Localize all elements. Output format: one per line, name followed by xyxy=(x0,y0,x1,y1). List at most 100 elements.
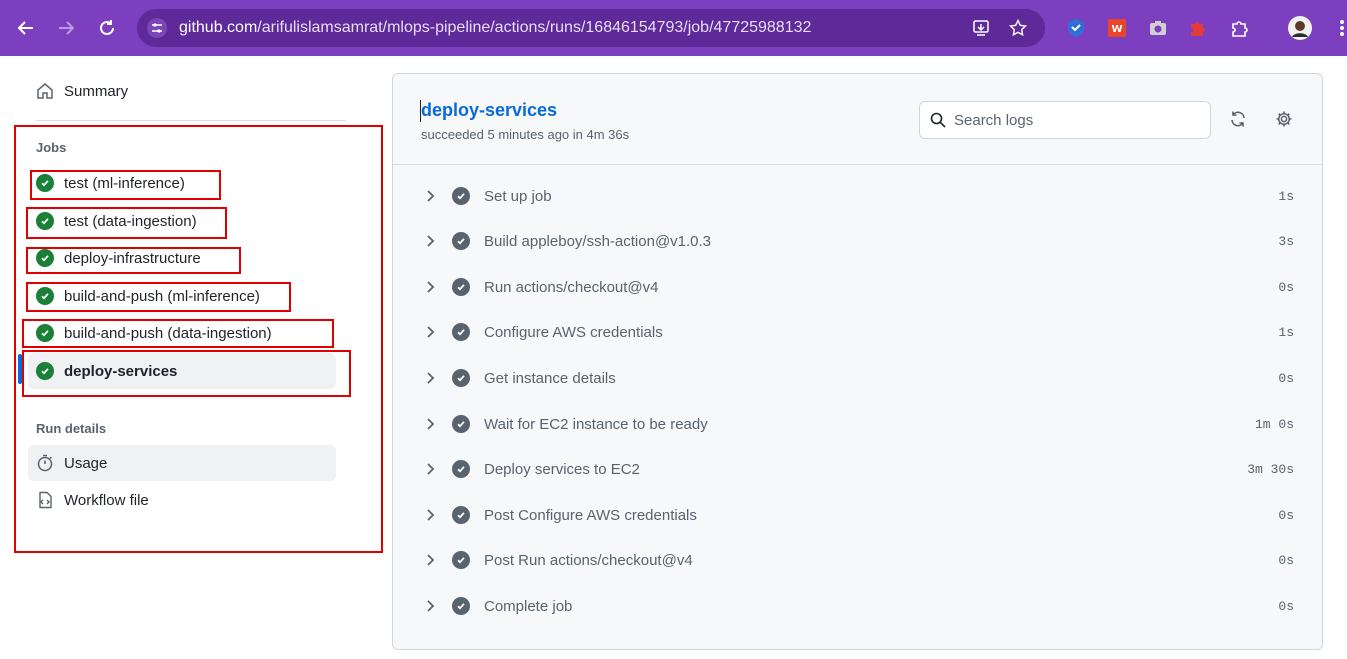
step-duration: 1m 0s xyxy=(1254,416,1294,432)
camera-extension-icon[interactable] xyxy=(1146,16,1170,40)
check-circle-icon xyxy=(452,278,470,296)
search-logs-input[interactable] xyxy=(954,111,1194,129)
chevron-right-icon xyxy=(423,371,437,385)
gear-icon xyxy=(1276,111,1292,127)
step-duration: 0s xyxy=(1278,507,1294,523)
chevron-right-icon xyxy=(423,553,437,567)
annotation-box-job-3 xyxy=(26,247,241,274)
step-name: Build appleboy/ssh-action@v1.0.3 xyxy=(484,232,712,250)
check-circle-icon xyxy=(452,460,470,478)
jobs-heading: Jobs xyxy=(36,140,67,155)
url-text: github.com/arifulislamsamrat/mlops-pipel… xyxy=(179,19,812,36)
profile-avatar-icon[interactable] xyxy=(1288,16,1312,40)
step-name: Configure AWS credentials xyxy=(484,323,663,341)
check-circle-icon xyxy=(452,232,470,250)
check-circle-icon xyxy=(452,506,470,524)
address-bar[interactable]: github.com/arifulislamsamrat/mlops-pipel… xyxy=(137,9,1045,47)
step-duration: 1s xyxy=(1278,324,1294,340)
step-row[interactable]: Set up job 1s xyxy=(393,176,1322,216)
step-name: Set up job xyxy=(484,187,552,205)
step-duration: 3m 30s xyxy=(1247,461,1294,477)
step-name: Post Run actions/checkout@v4 xyxy=(484,551,693,569)
shield-extension-icon[interactable] xyxy=(1064,16,1088,40)
workflow-file-link[interactable]: Workflow file xyxy=(28,482,336,518)
chevron-right-icon xyxy=(423,280,437,294)
browser-menu-icon[interactable] xyxy=(1330,16,1347,40)
reload-icon xyxy=(100,20,114,35)
job-header: deploy-services succeeded 5 minutes ago … xyxy=(393,74,1322,165)
chevron-right-icon xyxy=(423,189,437,203)
summary-label: Summary xyxy=(64,82,129,100)
step-row[interactable]: Get instance details 0s xyxy=(393,358,1322,398)
bookmark-star-icon[interactable] xyxy=(1008,18,1028,38)
step-name: Wait for EC2 instance to be ready xyxy=(484,415,708,433)
check-circle-icon xyxy=(452,369,470,387)
install-app-icon[interactable] xyxy=(971,18,991,38)
workflow-file-label: Workflow file xyxy=(64,491,149,509)
refresh-button[interactable] xyxy=(1227,108,1249,130)
site-info-icon[interactable] xyxy=(147,18,167,38)
step-duration: 0s xyxy=(1278,598,1294,614)
chevron-right-icon xyxy=(423,417,437,431)
chevron-right-icon xyxy=(423,234,437,248)
step-duration: 0s xyxy=(1278,279,1294,295)
svg-text:W: W xyxy=(1111,24,1122,35)
check-circle-icon xyxy=(452,187,470,205)
annotation-box-job-4 xyxy=(26,282,291,312)
chevron-right-icon xyxy=(423,599,437,613)
chevron-right-icon xyxy=(423,325,437,339)
run-sidebar: Summary Jobs test (ml-inference) test (d… xyxy=(0,56,392,659)
check-circle-icon xyxy=(452,551,470,569)
job-title[interactable]: deploy-services xyxy=(421,100,557,121)
annotation-box-job-5 xyxy=(22,319,334,348)
job-log-panel: deploy-services succeeded 5 minutes ago … xyxy=(392,73,1323,650)
step-name: Get instance details xyxy=(484,369,616,387)
step-duration: 3s xyxy=(1278,233,1294,249)
usage-link[interactable]: Usage xyxy=(28,445,336,481)
check-circle-icon xyxy=(452,597,470,615)
step-row[interactable]: Deploy services to EC2 3m 30s xyxy=(393,449,1322,489)
step-duration: 0s xyxy=(1278,552,1294,568)
home-icon xyxy=(36,82,54,100)
annotation-box-job-2 xyxy=(26,207,227,239)
forward-arrow-icon xyxy=(59,21,75,35)
step-name: Complete job xyxy=(484,597,573,615)
sidebar-divider xyxy=(36,120,346,121)
step-row[interactable]: Complete job 0s xyxy=(393,586,1322,626)
file-code-icon xyxy=(36,491,54,509)
search-logs-field[interactable] xyxy=(919,101,1211,139)
forward-button[interactable] xyxy=(52,14,80,42)
chevron-right-icon xyxy=(423,462,437,476)
browser-toolbar: github.com/arifulislamsamrat/mlops-pipel… xyxy=(0,0,1347,56)
step-row[interactable]: Run actions/checkout@v4 0s xyxy=(393,267,1322,307)
back-button[interactable] xyxy=(12,14,40,42)
check-circle-icon xyxy=(452,323,470,341)
job-status-text: succeeded 5 minutes ago in 4m 36s xyxy=(421,127,630,142)
check-circle-icon xyxy=(452,415,470,433)
step-duration: 0s xyxy=(1278,370,1294,386)
step-row[interactable]: Configure AWS credentials 1s xyxy=(393,312,1322,352)
step-duration: 1s xyxy=(1278,188,1294,204)
wps-extension-icon[interactable]: W xyxy=(1105,16,1129,40)
usage-label: Usage xyxy=(64,454,108,472)
sync-icon xyxy=(1231,111,1245,127)
step-name: Deploy services to EC2 xyxy=(484,460,640,478)
run-details-heading: Run details xyxy=(36,421,107,436)
settings-button[interactable] xyxy=(1273,108,1295,130)
annotation-box-job-1 xyxy=(30,170,221,200)
puzzle-red-extension-icon[interactable] xyxy=(1186,16,1210,40)
extensions-puzzle-icon[interactable] xyxy=(1228,16,1252,40)
step-name: Run actions/checkout@v4 xyxy=(484,278,659,296)
reload-button[interactable] xyxy=(93,14,121,42)
step-name: Post Configure AWS credentials xyxy=(484,506,697,524)
stopwatch-icon xyxy=(36,454,54,472)
annotation-box-job-6 xyxy=(22,350,351,397)
step-row[interactable]: Post Run actions/checkout@v4 0s xyxy=(393,540,1322,580)
back-arrow-icon xyxy=(17,21,33,35)
search-icon xyxy=(930,112,946,128)
summary-link[interactable]: Summary xyxy=(36,82,128,100)
chevron-right-icon xyxy=(423,508,437,522)
step-row[interactable]: Post Configure AWS credentials 0s xyxy=(393,495,1322,535)
step-row[interactable]: Build appleboy/ssh-action@v1.0.3 3s xyxy=(393,221,1322,261)
step-row[interactable]: Wait for EC2 instance to be ready 1m 0s xyxy=(393,404,1322,444)
